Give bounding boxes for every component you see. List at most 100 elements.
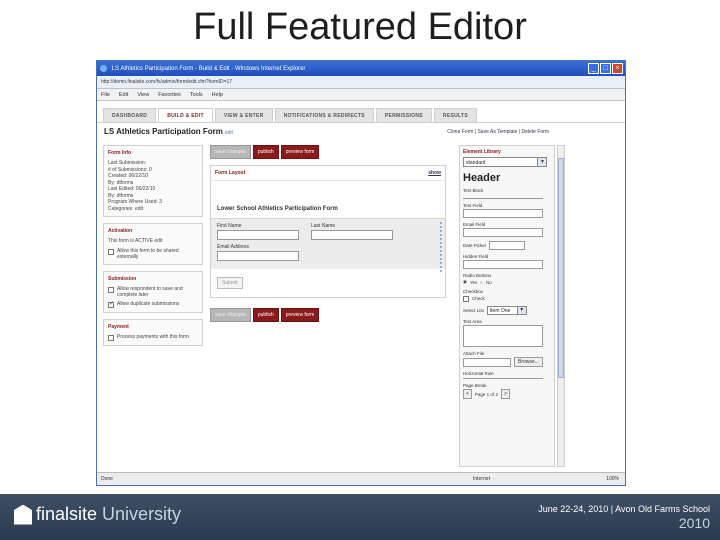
save-changes-button[interactable]: save changes bbox=[210, 308, 251, 322]
tab-results[interactable]: RESULTS bbox=[433, 108, 477, 122]
status-text: Done bbox=[101, 476, 113, 482]
first-name-label: First Name bbox=[217, 223, 242, 229]
tab-permissions[interactable]: PERMISSIONS bbox=[375, 108, 432, 122]
submission-panel: Submission Allow respondent to save and … bbox=[103, 270, 203, 313]
menu-help[interactable]: Help bbox=[212, 92, 223, 98]
window-title: LS Athletics Participation Form - Build … bbox=[111, 66, 306, 73]
lib-radio-options: ◉ Yes ○ No bbox=[463, 279, 551, 285]
lib-email-field[interactable]: Email Field bbox=[463, 222, 551, 227]
lib-text-area[interactable]: Text Area bbox=[463, 319, 551, 324]
form-info-heading: Form Info bbox=[108, 150, 132, 156]
tab-notifications[interactable]: NOTIFICATIONS & REDIRECTS bbox=[274, 108, 374, 122]
lib-select-list[interactable]: Select List Item One ▼ bbox=[463, 306, 551, 315]
form-fields: First Name Last Name Email Address bbox=[211, 218, 445, 273]
lib-attach-file[interactable]: Attach File bbox=[463, 351, 551, 356]
first-name-field[interactable]: First Name bbox=[217, 223, 299, 240]
publish-button[interactable]: publish bbox=[252, 308, 279, 322]
show-link[interactable]: show bbox=[428, 170, 441, 176]
share-externally-option[interactable]: Allow this form to be shared externally bbox=[108, 248, 198, 260]
slide-title: Full Featured Editor bbox=[193, 6, 527, 48]
name-row: First Name Last Name bbox=[217, 223, 439, 240]
lib-header[interactable]: Header bbox=[463, 172, 551, 184]
close-button[interactable]: × bbox=[612, 63, 623, 74]
edit-title-link[interactable]: edit bbox=[225, 130, 233, 136]
share-checkbox[interactable] bbox=[108, 248, 114, 255]
maximize-button[interactable]: □ bbox=[600, 63, 611, 74]
preview-form-button[interactable]: preview form bbox=[280, 308, 320, 322]
radio-icon: ○ bbox=[480, 279, 483, 285]
duplicate-option[interactable]: Allow duplicate submissions bbox=[108, 301, 198, 308]
submit-button[interactable]: Submit bbox=[217, 277, 243, 289]
lib-hidden-field[interactable]: Hidden Field bbox=[463, 254, 551, 259]
lib-date-picker[interactable]: Date Picker bbox=[463, 241, 551, 250]
save-later-label: Allow respondent to save and complete la… bbox=[117, 285, 183, 298]
form-title[interactable]: Lower School Athletics Participation For… bbox=[211, 197, 445, 218]
address-bar[interactable]: http://demo.finalsite.com/fs/admin/form/… bbox=[97, 76, 625, 89]
activation-status: This form is ACTIVE edit bbox=[108, 238, 163, 244]
minimize-button[interactable]: _ bbox=[588, 63, 599, 74]
submission-heading: Submission bbox=[108, 275, 137, 282]
preview-form-button[interactable]: preview form bbox=[280, 145, 320, 159]
tab-dashboard[interactable]: DASHBOARD bbox=[103, 108, 157, 122]
library-select-value: standard bbox=[466, 160, 486, 166]
menu-edit[interactable]: Edit bbox=[119, 92, 128, 98]
library-select[interactable]: standard ▼ bbox=[463, 157, 548, 167]
payment-panel: Payment Process payments with this form bbox=[103, 318, 203, 346]
payment-checkbox[interactable] bbox=[108, 334, 114, 341]
window-titlebar: LS Athletics Participation Form - Build … bbox=[97, 61, 625, 76]
lib-page-break[interactable]: Page Break bbox=[463, 383, 551, 388]
browse-button[interactable]: Browse... bbox=[514, 357, 543, 367]
lib-radio[interactable]: Radio Buttons bbox=[463, 273, 551, 278]
submit-area: Submit bbox=[211, 269, 445, 297]
last-name-field[interactable]: Last Name bbox=[311, 223, 393, 240]
menu-tools[interactable]: Tools bbox=[190, 92, 203, 98]
browser-window: LS Athletics Participation Form - Build … bbox=[96, 60, 626, 486]
save-changes-button[interactable]: save changes bbox=[210, 145, 251, 159]
menu-bar: File Edit View Favorites Tools Help bbox=[97, 89, 625, 101]
payment-label: Process payments with this form bbox=[117, 333, 189, 340]
save-later-option[interactable]: Allow respondent to save and complete la… bbox=[108, 286, 198, 298]
lib-select-list-value: Item One bbox=[489, 308, 511, 314]
menu-file[interactable]: File bbox=[101, 92, 110, 98]
tab-view-enter[interactable]: VIEW & ENTER bbox=[214, 108, 273, 122]
page-title: LS Athletics Participation Form edit bbox=[104, 127, 233, 136]
tab-build-edit[interactable]: BUILD & EDIT bbox=[158, 108, 213, 122]
save-later-checkbox[interactable] bbox=[108, 286, 114, 293]
activation-panel: Activation This form is ACTIVE edit Allo… bbox=[103, 223, 203, 265]
last-name-input[interactable] bbox=[311, 230, 393, 240]
prev-page-button[interactable]: < bbox=[463, 389, 472, 399]
form-info-panel: Form Info Last Submission: # of Submissi… bbox=[103, 145, 203, 217]
menu-favorites[interactable]: Favorites bbox=[158, 92, 181, 98]
duplicate-checkbox[interactable] bbox=[108, 301, 114, 308]
form-layout: Form Layout show Lower School Athletics … bbox=[210, 165, 446, 298]
payment-option[interactable]: Process payments with this form bbox=[108, 334, 198, 341]
lib-checkbox[interactable]: Checkbox bbox=[463, 289, 551, 294]
ie-icon bbox=[100, 65, 107, 72]
first-name-input[interactable] bbox=[217, 230, 299, 240]
lib-select-list-label: Select List bbox=[463, 308, 484, 313]
status-bar: Done Internet 100% bbox=[97, 472, 625, 485]
lib-attach-file-row: Browse... bbox=[463, 357, 551, 367]
email-input[interactable] bbox=[217, 251, 299, 261]
menu-view[interactable]: View bbox=[137, 92, 149, 98]
drag-handle[interactable] bbox=[439, 221, 443, 273]
page-indicator: Page 1 of 2 bbox=[474, 391, 498, 397]
lib-text-field[interactable]: Text Field bbox=[463, 203, 551, 208]
building-icon bbox=[14, 504, 32, 525]
info-line: Categories: edit bbox=[108, 205, 144, 212]
scrollbar-thumb[interactable] bbox=[558, 158, 564, 378]
email-row: Email Address bbox=[217, 244, 439, 261]
page-title-text: LS Athletics Participation Form bbox=[104, 127, 223, 136]
next-page-button[interactable]: > bbox=[500, 389, 510, 399]
publish-button[interactable]: publish bbox=[252, 145, 279, 159]
form-layout-header: Form Layout show bbox=[211, 166, 445, 181]
library-scrollbar[interactable] bbox=[557, 145, 565, 467]
element-library-heading: Element Library bbox=[463, 149, 501, 155]
left-sidebar: Form Info Last Submission: # of Submissi… bbox=[103, 145, 203, 352]
tab-bar: DASHBOARD BUILD & EDIT VIEW & ENTER NOTI… bbox=[103, 108, 477, 122]
email-field[interactable]: Email Address bbox=[217, 244, 299, 261]
zoom-level[interactable]: 100% bbox=[606, 476, 619, 482]
activation-heading: Activation bbox=[108, 228, 133, 234]
form-actions-links[interactable]: Clone Form | Save As Template | Delete F… bbox=[447, 129, 549, 135]
lib-text-block-line bbox=[463, 193, 543, 199]
